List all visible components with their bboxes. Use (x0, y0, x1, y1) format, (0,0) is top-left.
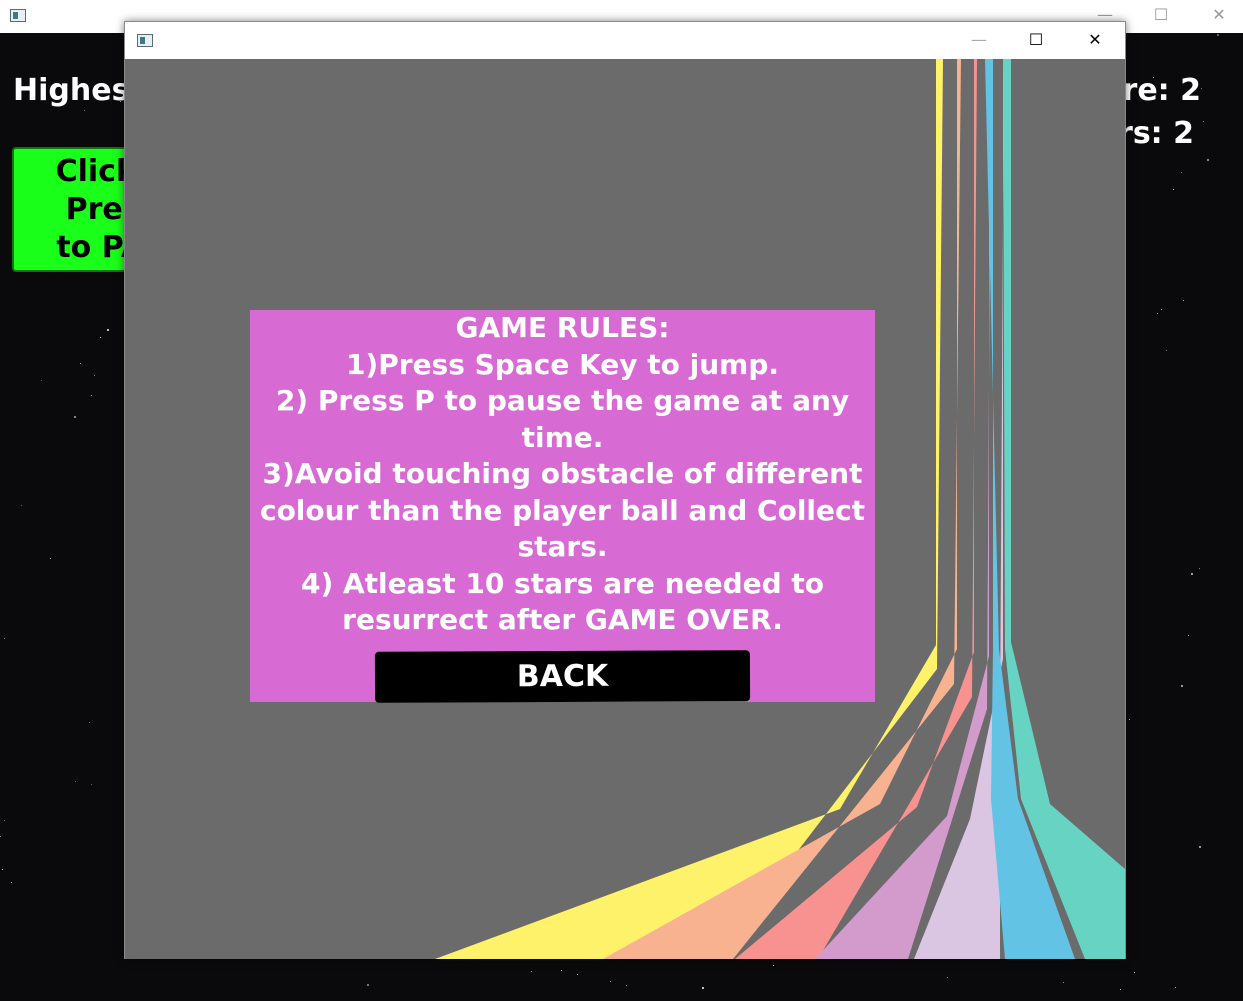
maximize-icon[interactable]: ☐ (1138, 0, 1184, 30)
game-canvas: GAME RULES: 1)Press Space Key to jump. 2… (125, 59, 1125, 959)
star-dot (577, 974, 578, 975)
back-button[interactable]: BACK (374, 650, 751, 703)
star-dot (1166, 350, 1167, 351)
maximize-icon[interactable]: ☐ (1013, 25, 1059, 55)
star-dot (75, 781, 76, 782)
star-dot (11, 882, 12, 883)
star-dot (1207, 159, 1209, 161)
highest-score-label: Highes (13, 73, 130, 108)
window-app-icon (137, 34, 153, 47)
star-dot (1199, 846, 1201, 848)
star-dot (1129, 719, 1130, 720)
star-dot (610, 981, 611, 982)
star-dot (21, 505, 22, 506)
star-dot (1199, 568, 1200, 569)
star-dot (626, 985, 627, 986)
close-icon[interactable]: ✕ (1072, 25, 1118, 55)
star-dot (1134, 972, 1135, 973)
star-dot (1203, 121, 1204, 122)
stars-count-label: rs: 2 (1118, 116, 1194, 151)
star-dot (89, 722, 90, 723)
star-dot (107, 329, 109, 331)
star-dot (4, 820, 5, 821)
star-dot (4, 638, 5, 639)
star-dot (702, 987, 704, 989)
star-dot (74, 416, 76, 418)
star-dot (947, 977, 948, 978)
star-dot (1173, 189, 1174, 190)
star-dot (0, 836, 1, 837)
star-dot (1181, 685, 1183, 687)
window-app-icon (10, 9, 26, 22)
game-rules-panel: GAME RULES: 1)Press Space Key to jump. 2… (250, 310, 875, 703)
rules-window-titlebar: — ☐ ✕ (125, 22, 1125, 59)
star-dot (1175, 987, 1176, 988)
star-dot (561, 970, 562, 971)
star-dot (100, 337, 101, 338)
rules-window: — ☐ ✕ GAME RULES: 1)Press Space Key to j… (124, 21, 1126, 959)
star-dot (2, 869, 3, 870)
score-label: re: 2 (1122, 73, 1201, 108)
star-dot (50, 558, 51, 559)
star-dot (41, 380, 42, 381)
minimize-icon[interactable]: — (956, 25, 1002, 55)
star-dot (367, 984, 369, 986)
star-dot (91, 395, 92, 396)
star-dot (1181, 172, 1182, 173)
star-dot (1201, 88, 1202, 89)
star-dot (84, 110, 85, 111)
close-icon[interactable]: ✕ (1196, 0, 1242, 30)
game-rules-text: GAME RULES: 1)Press Space Key to jump. 2… (259, 311, 866, 636)
star-dot (1188, 635, 1189, 636)
star-dot (1157, 313, 1158, 314)
star-dot (1183, 300, 1184, 301)
star-dot (91, 784, 92, 785)
star-dot (94, 375, 95, 376)
star-dot (1120, 989, 1121, 990)
star-dot (80, 363, 81, 364)
star-dot (1161, 309, 1162, 310)
star-dot (1191, 573, 1193, 575)
star-dot (1063, 982, 1064, 983)
star-dot (773, 965, 774, 966)
star-dot (531, 971, 532, 972)
star-dot (1217, 34, 1219, 36)
